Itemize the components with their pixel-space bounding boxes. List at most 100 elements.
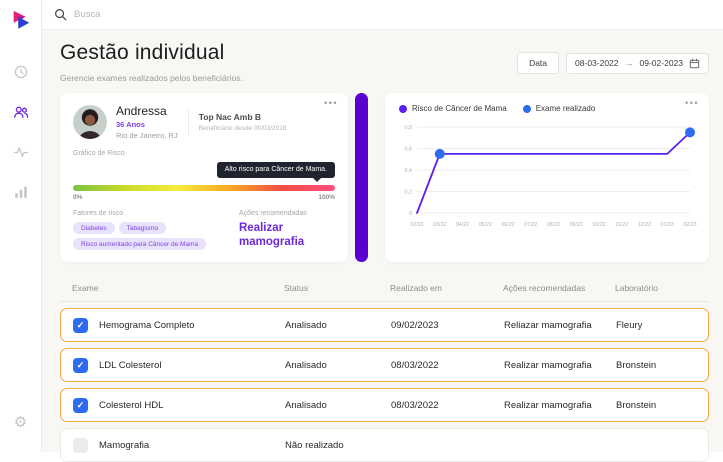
sidebar-item-reports[interactable] <box>7 178 35 206</box>
recommended-actions-label: Ações recomendadas <box>239 210 335 217</box>
patient-age: 36 Anos <box>116 120 178 129</box>
legend-item-risk: Risco de Câncer de Mama <box>399 104 507 113</box>
table-row[interactable]: Hemograma Completo Analisado 09/02/2023 … <box>60 308 709 342</box>
exam-checkbox[interactable] <box>73 318 88 333</box>
legend-item-exam: Exame realizado <box>523 104 596 113</box>
date-cell: 08/03/2022 <box>391 360 504 371</box>
risk-gradient-bar <box>73 185 335 191</box>
risk-chart-label: Gráfico de Risco <box>73 150 335 157</box>
topbar <box>42 0 723 30</box>
risk-scale-max: 100% <box>318 194 335 201</box>
main-area: Gestão individual Gerencie exames realiz… <box>42 0 723 452</box>
page-title: Gestão individual <box>60 41 243 65</box>
table-row[interactable]: Colesterol HDL Analisado 08/03/2022 Real… <box>60 388 709 422</box>
table-header: Exame Status Realizado em Ações recomend… <box>60 274 709 302</box>
page-subtitle: Gerencie exames realizados pelos benefic… <box>60 73 243 83</box>
search-icon <box>54 8 67 21</box>
exams-table: Exame Status Realizado em Ações recomend… <box>60 274 709 462</box>
status-cell: Analisado <box>285 360 391 371</box>
lab-cell: Bronstein <box>616 360 708 371</box>
table-row[interactable]: Mamografia Não realizado <box>60 428 709 462</box>
svg-text:03/22: 03/22 <box>433 222 446 228</box>
divider <box>188 109 189 135</box>
sidebar-item-history[interactable] <box>7 58 35 86</box>
action-cell: Reliazar mamografia <box>504 320 616 331</box>
date-filter-button[interactable]: Data <box>517 52 559 74</box>
risk-tooltip: Alto risco para Câncer de Mama. <box>217 162 335 178</box>
svg-text:08/22: 08/22 <box>547 222 560 228</box>
date-start: 08-03-2022 <box>575 58 618 68</box>
risk-factor-pills: Diabetes Tabagismo Risco aumentado para … <box>73 222 231 250</box>
settings-button[interactable]: ⚙ <box>7 408 35 436</box>
date-range-picker[interactable]: 08-03-2022 → 09-02-2023 <box>566 53 709 74</box>
date-controls: Data 08-03-2022 → 09-02-2023 <box>517 52 709 74</box>
risk-factors-label: Fatores de risco <box>73 210 231 217</box>
patient-card: ••• <box>60 93 348 262</box>
risk-factor-pill: Risco aumentado para Câncer de Mama <box>73 238 206 250</box>
date-end: 09-02-2023 <box>640 58 683 68</box>
column-header-status: Status <box>284 283 390 293</box>
gear-icon: ⚙ <box>14 413 27 431</box>
avatar <box>73 105 107 139</box>
svg-text:07/22: 07/22 <box>524 222 537 228</box>
app-window: ⚙ Gestão individual Gerencie exames real… <box>0 0 723 452</box>
status-cell: Não realizado <box>285 440 391 451</box>
sidebar-item-activity[interactable] <box>7 138 35 166</box>
patient-member-since: Beneficiário desde 00/03/2018 <box>199 125 287 132</box>
date-cell: 09/02/2023 <box>391 320 504 331</box>
risk-tooltip-text: Alto risco para Câncer de Mama. <box>225 166 327 173</box>
exam-checkbox[interactable] <box>73 358 88 373</box>
svg-text:04/22: 04/22 <box>456 222 469 228</box>
column-header-laboratorio: Laboratório <box>615 283 709 293</box>
exam-checkbox[interactable] <box>73 438 88 453</box>
exam-name: Hemograma Completo <box>99 320 195 331</box>
column-header-acoes: Ações recomendadas <box>503 283 615 293</box>
table-row[interactable]: LDL Colesterol Analisado 08/03/2022 Real… <box>60 348 709 382</box>
svg-text:0,4: 0,4 <box>404 168 412 174</box>
svg-text:06/22: 06/22 <box>501 222 514 228</box>
exam-name: Mamografia <box>99 440 149 451</box>
status-cell: Analisado <box>285 400 391 411</box>
risk-factor-pill: Diabetes <box>73 222 115 234</box>
users-icon <box>13 104 29 120</box>
arrow-right-icon: → <box>625 58 634 68</box>
legend-label-exam: Exame realizado <box>536 104 596 113</box>
chart-legend: Risco de Câncer de Mama Exame realizado <box>397 102 697 113</box>
svg-text:0,2: 0,2 <box>404 190 412 196</box>
action-cell: Realizar mamografia <box>504 360 616 371</box>
app-logo <box>10 9 32 36</box>
svg-text:02/23: 02/23 <box>683 222 696 228</box>
content: Gestão individual Gerencie exames realiz… <box>42 30 723 462</box>
recommended-action-link[interactable]: Realizar mamografia <box>239 221 335 250</box>
risk-scale-min: 0% <box>73 194 82 201</box>
svg-text:02/22: 02/22 <box>410 222 423 228</box>
action-cell: Realizar mamografia <box>504 400 616 411</box>
svg-text:0: 0 <box>409 211 412 217</box>
calendar-icon <box>689 58 700 69</box>
svg-text:0,8: 0,8 <box>404 125 412 131</box>
patient-card-more-icon[interactable]: ••• <box>324 98 338 108</box>
svg-text:12/22: 12/22 <box>638 222 651 228</box>
chart-card-more-icon[interactable]: ••• <box>685 98 699 108</box>
risk-factor-pill: Tabagismo <box>119 222 166 234</box>
lab-cell: Fleury <box>616 320 708 331</box>
svg-text:09/22: 09/22 <box>570 222 583 228</box>
exam-checkbox[interactable] <box>73 398 88 413</box>
logo-icon <box>10 9 32 31</box>
sidebar: ⚙ <box>0 0 42 452</box>
sidebar-item-beneficiaries[interactable] <box>7 98 35 126</box>
search-input[interactable] <box>74 9 224 20</box>
legend-dot-exam <box>523 105 531 113</box>
bar-chart-icon <box>13 184 29 200</box>
patient-plan: Top Nac Amb B <box>199 112 287 122</box>
svg-text:0,6: 0,6 <box>404 147 412 153</box>
patient-location: Rio de Janeiro, RJ <box>116 131 178 140</box>
exam-name: LDL Colesterol <box>99 360 161 371</box>
activity-pulse-icon <box>13 144 29 160</box>
date-cell: 08/03/2022 <box>391 400 504 411</box>
column-header-realizado: Realizado em <box>390 283 503 293</box>
status-cell: Analisado <box>285 320 391 331</box>
lab-cell: Bronstein <box>616 400 708 411</box>
legend-label-risk: Risco de Câncer de Mama <box>412 104 507 113</box>
patient-name: Andressa <box>116 104 178 118</box>
